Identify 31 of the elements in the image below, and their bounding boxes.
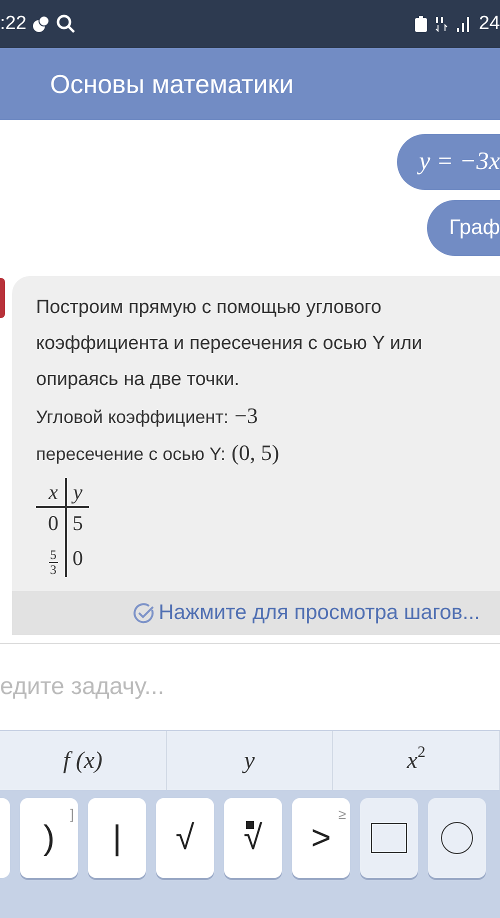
app-title: Основы математики [50,68,294,100]
clock: :22 [0,12,26,36]
keyboard-key[interactable]: √ [156,798,214,878]
keyboard-tab[interactable]: y [166,731,334,790]
search-icon [56,14,76,34]
keyboard-key[interactable] [360,798,418,878]
table-cell: 0 [72,546,83,570]
keyboard-key[interactable]: > ≥ [292,798,350,878]
keyboard-key[interactable]: | [88,798,146,878]
square-icon [371,823,407,853]
fact-value: −3 [234,402,258,430]
table-cell: 0 [48,511,58,535]
steps-link[interactable]: Нажмите для просмотра шагов... [12,591,500,635]
fact-label: пересечение с осью Y: [36,443,226,466]
box-icon [246,820,254,828]
fact-label: Угловой коэффициент: [36,406,228,429]
fraction: 5 3 [49,548,58,577]
signal-icon [456,16,471,32]
keyboard-key[interactable]: √ [224,798,282,878]
table-cell: 5 [72,511,83,535]
column-header: y [66,478,89,507]
column-header: x [36,478,66,507]
keyboard-key[interactable]: ) ] [20,798,78,878]
answer-text: Построим прямую с помощью углового коэффициента и пересечения с осью Y или опираясь на две точки. [36,296,424,392]
keyboard-tab[interactable]: x$^{2}$ [333,731,500,790]
check-circle-icon [132,602,155,624]
network-icon [434,16,449,32]
bot-avatar [0,278,5,318]
keyboard-tab[interactable]: f (x) [0,731,167,790]
fact-value: (0, 5) [232,439,280,467]
battery-level: 24 [478,12,500,36]
